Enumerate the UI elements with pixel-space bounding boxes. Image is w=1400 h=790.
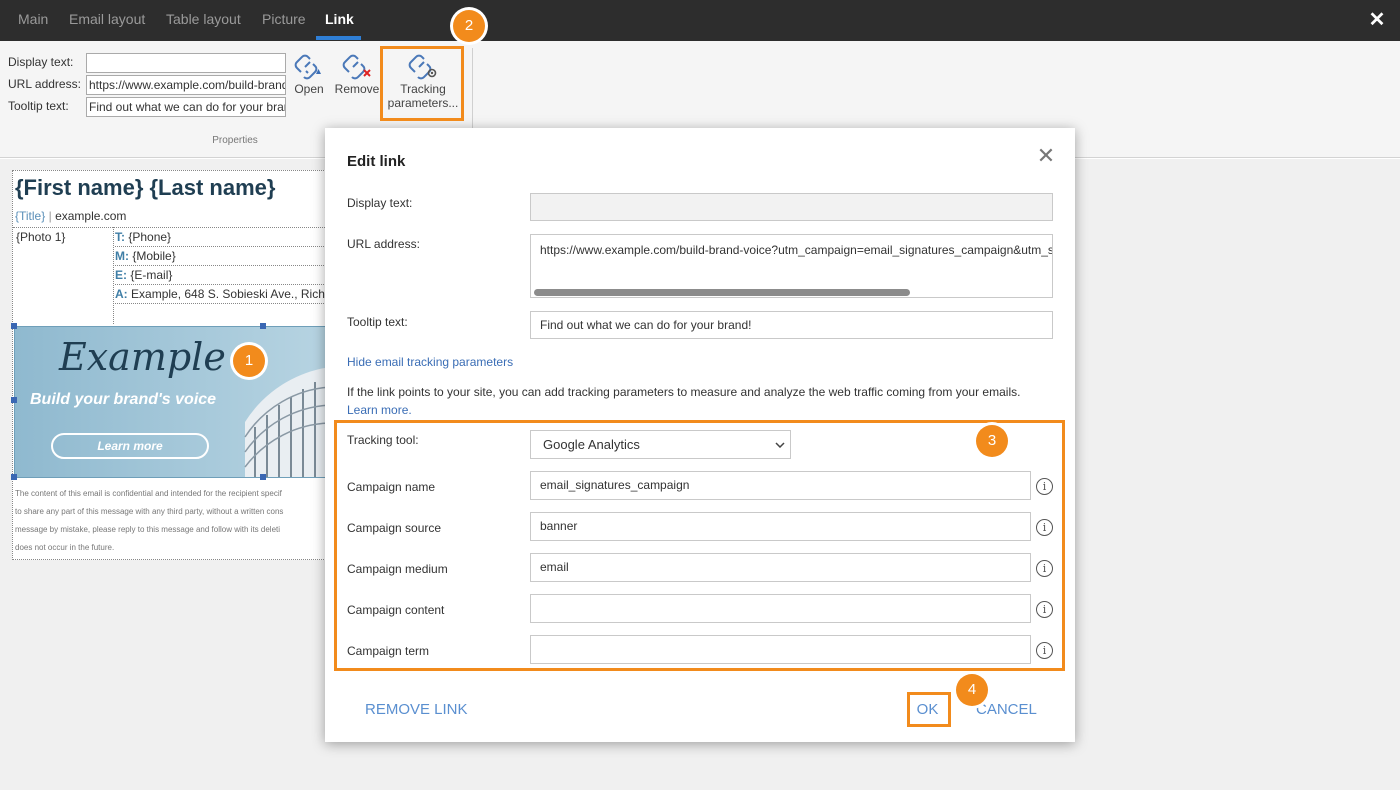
- step-badge-2: 2: [453, 10, 485, 42]
- remove-link-ribbon-button[interactable]: Remove: [334, 50, 380, 96]
- phone-value: {Phone}: [128, 230, 172, 244]
- signature-title[interactable]: {Title}: [15, 209, 45, 223]
- ribbon-tooltip-input[interactable]: Find out what we can do for your brand!: [86, 97, 286, 117]
- ribbon-url-input[interactable]: https://www.example.com/build-brand-voic…: [86, 75, 286, 95]
- highlight-tracking-button: [380, 46, 464, 121]
- step-badge-4: 4: [956, 674, 988, 706]
- mobile-key: M:: [115, 249, 129, 263]
- tracking-info-text: If the link points to your site, you can…: [347, 385, 1021, 399]
- signature-banner[interactable]: Example Build your brand's voice Learn m…: [14, 326, 330, 478]
- ribbon-display-text-input[interactable]: [86, 53, 286, 73]
- resize-handle[interactable]: [260, 323, 266, 329]
- tab-main[interactable]: Main: [18, 0, 48, 41]
- open-link-button[interactable]: Open: [290, 50, 328, 96]
- resize-handle[interactable]: [260, 474, 266, 480]
- ribbon-display-text-label: Display text:: [8, 55, 74, 69]
- highlight-tracking-fields: [334, 420, 1065, 671]
- disclaimer-line: The content of this email is confidentia…: [15, 489, 282, 498]
- banner-learn-more-button[interactable]: Learn more: [51, 433, 209, 459]
- open-label: Open: [294, 82, 324, 96]
- signature-separator: |: [48, 209, 52, 223]
- address-key: A:: [115, 287, 128, 301]
- resize-handle[interactable]: [11, 397, 17, 403]
- tab-picture[interactable]: Picture: [262, 0, 306, 41]
- banner-tagline: Build your brand's voice: [30, 391, 217, 408]
- open-link-icon: [294, 54, 321, 80]
- hide-tracking-parameters-link[interactable]: Hide email tracking parameters: [347, 355, 513, 369]
- tab-table-layout[interactable]: Table layout: [166, 0, 241, 41]
- signature-disclaimer: The content of this email is confidentia…: [15, 489, 327, 561]
- url-address-label: URL address:: [347, 237, 420, 251]
- resize-handle[interactable]: [11, 474, 17, 480]
- signature-name[interactable]: {First name} {Last name}: [15, 175, 275, 201]
- display-text-input[interactable]: [530, 193, 1053, 221]
- url-address-value: https://www.example.com/build-brand-voic…: [540, 243, 1053, 257]
- signature-email[interactable]: E: {E-mail}: [115, 268, 330, 285]
- address-value: Example, 648 S. Sobieski Ave., Rich: [131, 287, 325, 301]
- display-text-label: Display text:: [347, 196, 413, 210]
- learn-more-link[interactable]: Learn more.: [347, 403, 412, 417]
- signature-column-divider: [113, 227, 114, 324]
- step-badge-1: 1: [233, 345, 265, 377]
- tab-email-layout[interactable]: Email layout: [69, 0, 145, 41]
- signature-title-row: {Title} | example.com: [15, 209, 126, 223]
- dialog-title: Edit link: [347, 153, 406, 170]
- properties-group-label: Properties: [212, 135, 258, 146]
- signature-mobile[interactable]: M: {Mobile}: [115, 249, 330, 266]
- tooltip-text-input[interactable]: Find out what we can do for your brand!: [530, 311, 1053, 339]
- ribbon-tooltip-label: Tooltip text:: [8, 99, 69, 113]
- step-badge-3: 3: [976, 425, 1008, 457]
- url-address-input[interactable]: https://www.example.com/build-brand-voic…: [530, 234, 1053, 298]
- remove-link-button[interactable]: REMOVE LINK: [365, 701, 468, 718]
- disclaimer-line: to share any part of this message with a…: [15, 507, 284, 516]
- disclaimer-line: message by mistake, please reply to this…: [15, 525, 281, 534]
- cancel-button[interactable]: CANCEL: [976, 701, 1037, 718]
- tooltip-text-label: Tooltip text:: [347, 315, 408, 329]
- url-horizontal-scrollbar[interactable]: [534, 289, 910, 296]
- close-icon[interactable]: ✕: [1366, 8, 1388, 32]
- remove-label: Remove: [334, 82, 380, 96]
- phone-key: T:: [115, 230, 125, 244]
- disclaimer-line: does not occur in the future.: [15, 543, 115, 552]
- signature-address[interactable]: A: Example, 648 S. Sobieski Ave., Rich: [115, 287, 330, 304]
- dialog-close-icon[interactable]: ✕: [1035, 146, 1057, 168]
- remove-link-icon: [342, 54, 371, 80]
- tab-link[interactable]: Link: [325, 0, 354, 41]
- ribbon-url-label: URL address:: [8, 77, 81, 91]
- email-key: E:: [115, 268, 127, 282]
- email-value: {E-mail}: [130, 268, 173, 282]
- signature-phone[interactable]: T: {Phone}: [115, 230, 330, 247]
- resize-handle[interactable]: [11, 323, 17, 329]
- signature-photo[interactable]: {Photo 1}: [16, 230, 65, 244]
- signature-website[interactable]: example.com: [55, 209, 126, 223]
- highlight-ok-button: [907, 692, 951, 727]
- active-tab-indicator: [316, 36, 361, 40]
- banner-logo: Example: [59, 335, 226, 379]
- mobile-value: {Mobile}: [132, 249, 176, 263]
